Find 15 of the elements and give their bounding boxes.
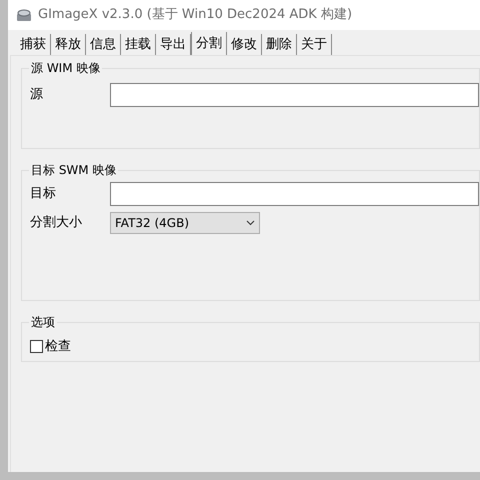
group-title: 目标 SWM 映像: [29, 162, 118, 178]
disc-drive-icon: [16, 8, 32, 22]
source-field[interactable]: [110, 83, 479, 107]
field-label: 目标: [30, 185, 57, 204]
group-title: 选项: [29, 314, 57, 330]
chevron-down-icon: [246, 220, 255, 226]
group-title: 源 WIM 映像: [29, 60, 102, 76]
target-field[interactable]: [110, 182, 479, 206]
checkbox-label: 检查: [45, 338, 71, 356]
split-size-dropdown[interactable]: FAT32 (4GB): [110, 212, 260, 234]
window-title: GImageX v2.3.0 (基于 Win10 Dec2024 ADK 构建): [38, 6, 352, 24]
check-checkbox[interactable]: [30, 340, 43, 354]
tab[interactable]: 分割: [191, 32, 227, 55]
field-label: 分割大小: [30, 214, 83, 232]
field-label: 源: [30, 86, 44, 104]
